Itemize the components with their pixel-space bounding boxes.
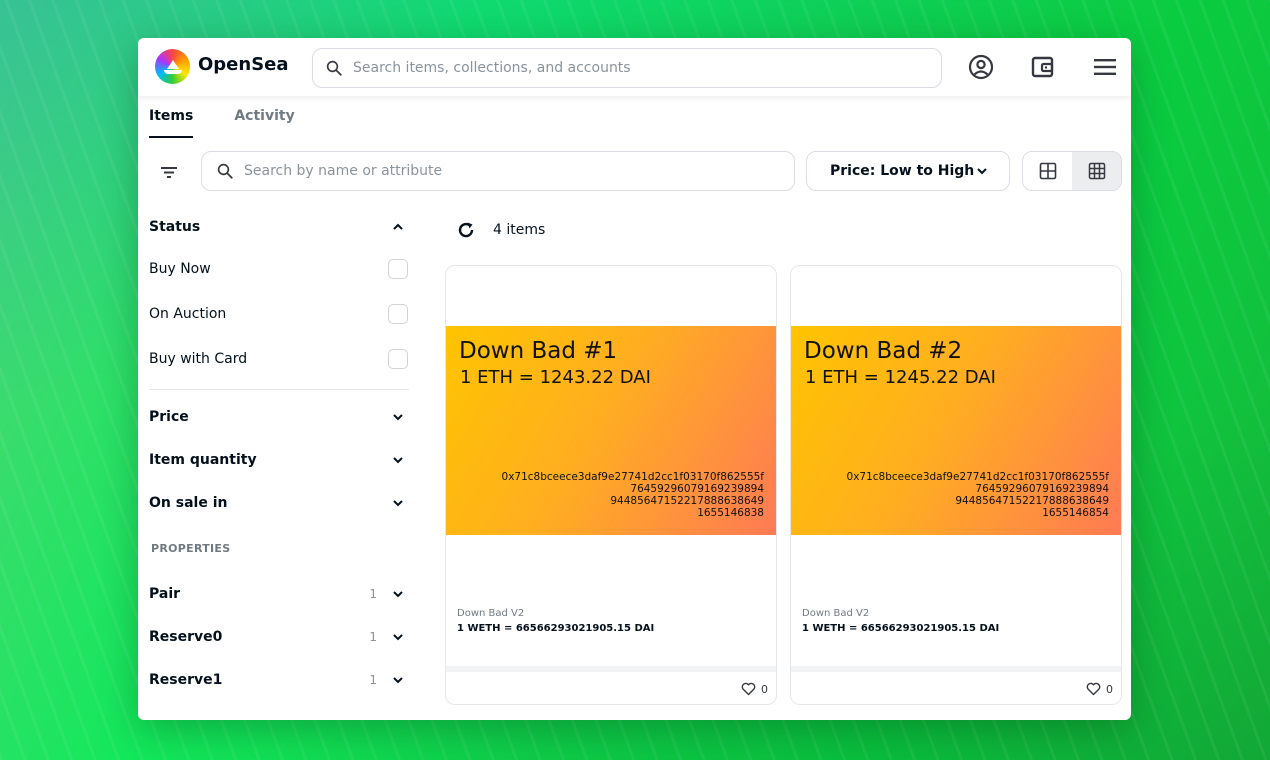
chevron-down-icon: [977, 168, 987, 175]
sort-label: Price: Low to High: [830, 163, 975, 179]
quantity-label: Item quantity: [149, 451, 257, 468]
buy-now-checkbox[interactable]: [388, 258, 408, 279]
address-line: 0x71c8bceece3daf9e27741d2cc1f03170f86255…: [501, 471, 764, 483]
wallet-icon[interactable]: [1029, 53, 1057, 81]
small-grid-view-button[interactable]: [1072, 152, 1121, 190]
artwork-address: 0x71c8bceece3daf9e27741d2cc1f03170f86255…: [464, 471, 764, 519]
address-line: 94485647152217888638649: [955, 495, 1109, 507]
favorite-count: 0: [761, 682, 768, 696]
nft-card[interactable]: Down Bad #1 1 ETH = 1243.22 DAI 0x71c8bc…: [445, 265, 777, 705]
status-label: Status: [149, 219, 201, 235]
opensea-logo[interactable]: [155, 49, 190, 84]
brand-name[interactable]: OpenSea: [198, 54, 289, 75]
global-search[interactable]: [312, 48, 942, 88]
item-name: 1 WETH = 66566293021905.15 DAI: [457, 623, 655, 634]
status-option-on-auction[interactable]: On Auction: [149, 291, 409, 336]
chevron-down-icon: [393, 590, 403, 597]
top-nav: OpenSea: [138, 38, 1131, 96]
price-filter-header[interactable]: Price: [149, 395, 409, 438]
favorite-button[interactable]: 0: [741, 682, 768, 696]
collection-name[interactable]: Down Bad V2: [457, 608, 524, 619]
browser-window: OpenSea Items Activity Price: Low to Hig…: [138, 38, 1131, 720]
search-icon: [326, 60, 342, 76]
on-sale-in-filter-header[interactable]: On sale in: [149, 481, 409, 524]
chevron-down-icon: [393, 456, 403, 463]
address-line: 94485647152217888638649: [610, 495, 764, 507]
address-line: 76459296079169239894: [630, 483, 764, 495]
global-search-input[interactable]: [353, 60, 941, 76]
chevron-down-icon: [393, 413, 403, 420]
favorite-button[interactable]: 0: [1086, 682, 1113, 696]
buy-with-card-checkbox[interactable]: [388, 348, 408, 369]
chevron-up-icon: [393, 223, 403, 230]
divider: [149, 389, 409, 390]
account-icon[interactable]: [967, 53, 995, 81]
properties-heading: PROPERTIES: [151, 541, 231, 555]
property-count: 1: [369, 672, 377, 687]
property-count: 1: [369, 629, 377, 644]
artwork-title: Down Bad #2: [804, 338, 963, 364]
large-grid-view-button[interactable]: [1023, 152, 1072, 190]
item-search-input[interactable]: [244, 163, 794, 179]
chevron-down-icon: [393, 499, 403, 506]
address-line: 1655146838: [697, 507, 764, 519]
nft-artwork[interactable]: Down Bad #1 1 ETH = 1243.22 DAI 0x71c8bc…: [446, 326, 776, 535]
menu-icon[interactable]: [1091, 53, 1119, 81]
property-filter-pair[interactable]: Pair 1: [149, 572, 409, 615]
on-auction-checkbox[interactable]: [388, 303, 408, 324]
property-label: Reserve1: [149, 671, 223, 688]
chevron-down-icon: [393, 676, 403, 683]
card-footer: 0: [791, 666, 1121, 704]
filter-sidebar: Status Buy Now On Auction Buy with Card …: [149, 208, 409, 701]
address-line: 76459296079169239894: [975, 483, 1109, 495]
address-line: 1655146854: [1042, 507, 1109, 519]
address-line: 0x71c8bceece3daf9e27741d2cc1f03170f86255…: [846, 471, 1109, 483]
tab-items[interactable]: Items: [149, 96, 194, 138]
property-filter-reserve1[interactable]: Reserve1 1: [149, 658, 409, 701]
property-count: 1: [369, 586, 377, 601]
status-option-buy-with-card[interactable]: Buy with Card: [149, 336, 409, 381]
property-filter-reserve0[interactable]: Reserve0 1: [149, 615, 409, 658]
status-option-buy-now[interactable]: Buy Now: [149, 246, 409, 291]
price-label: Price: [149, 408, 189, 425]
large-grid-icon: [1039, 162, 1056, 180]
results-bar: 4 items: [456, 218, 545, 242]
option-label: Buy with Card: [149, 350, 248, 367]
item-name: 1 WETH = 66566293021905.15 DAI: [802, 623, 1000, 634]
filter-toggle-icon[interactable]: [159, 162, 181, 184]
results-count: 4 items: [493, 222, 546, 238]
view-toggle: [1022, 151, 1122, 191]
option-label: On Auction: [149, 305, 227, 322]
favorite-count: 0: [1106, 682, 1113, 696]
status-filter-header[interactable]: Status: [149, 208, 409, 246]
chevron-down-icon: [393, 633, 403, 640]
quantity-filter-header[interactable]: Item quantity: [149, 438, 409, 481]
nft-artwork[interactable]: Down Bad #2 1 ETH = 1245.22 DAI 0x71c8bc…: [791, 326, 1121, 535]
property-label: Reserve0: [149, 628, 223, 645]
heart-icon: [741, 682, 756, 696]
artwork-address: 0x71c8bceece3daf9e27741d2cc1f03170f86255…: [809, 471, 1109, 519]
item-search[interactable]: [201, 151, 795, 191]
nft-card[interactable]: Down Bad #2 1 ETH = 1245.22 DAI 0x71c8bc…: [790, 265, 1122, 705]
artwork-title: Down Bad #1: [459, 338, 618, 364]
option-label: Buy Now: [149, 260, 211, 277]
heart-icon: [1086, 682, 1101, 696]
search-icon: [217, 163, 233, 179]
sort-dropdown[interactable]: Price: Low to High: [806, 151, 1010, 191]
artwork-rate: 1 ETH = 1245.22 DAI: [805, 367, 996, 388]
refresh-icon[interactable]: [456, 220, 476, 240]
card-footer: 0: [446, 666, 776, 704]
content-tabs: Items Activity: [149, 96, 336, 138]
collection-name[interactable]: Down Bad V2: [802, 608, 869, 619]
on-sale-in-label: On sale in: [149, 494, 228, 511]
tab-activity[interactable]: Activity: [234, 96, 294, 138]
property-label: Pair: [149, 585, 181, 602]
small-grid-icon: [1088, 162, 1105, 180]
artwork-rate: 1 ETH = 1243.22 DAI: [460, 367, 651, 388]
